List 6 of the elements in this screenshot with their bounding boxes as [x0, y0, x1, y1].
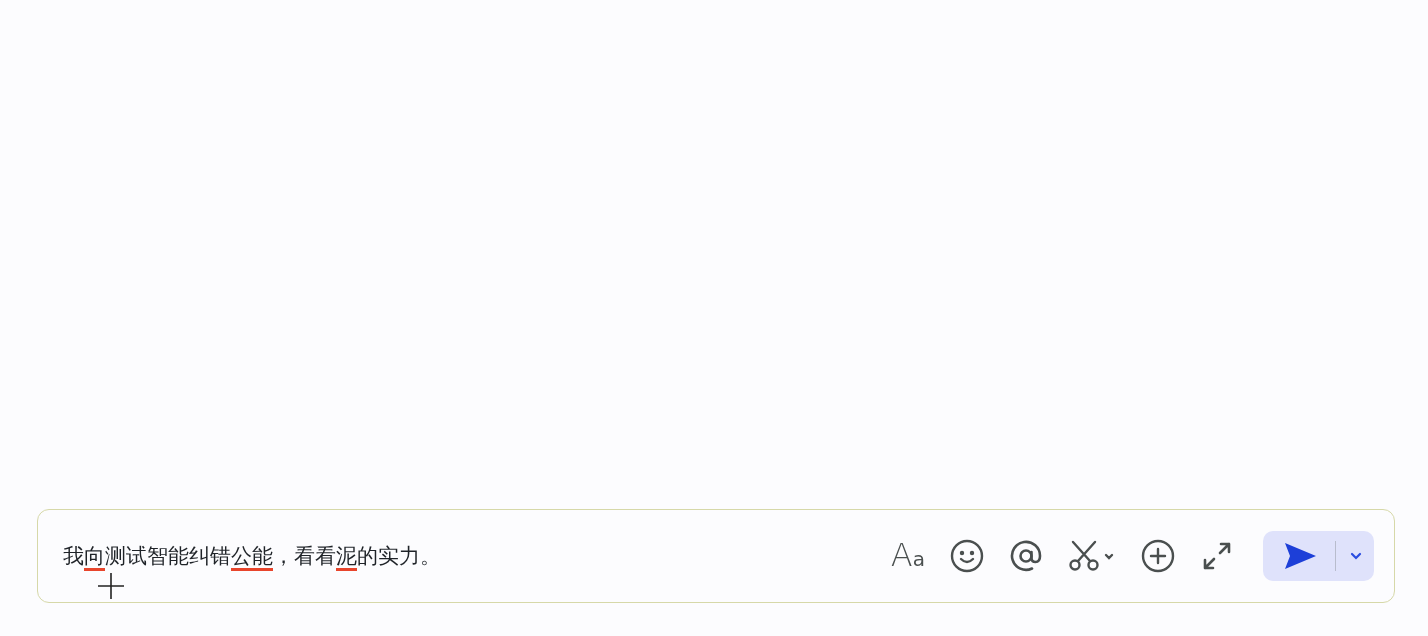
format-button[interactable]: Aa	[890, 536, 925, 576]
crosshair-cursor-icon	[98, 573, 124, 599]
chevron-down-icon	[1350, 552, 1362, 560]
send-icon	[1283, 541, 1317, 571]
message-composer[interactable]: 我向测试智能纠错公能，看看泥的实力。 Aa	[37, 509, 1395, 603]
message-text: 我向测试智能纠错公能，看看泥的实力。	[63, 543, 442, 570]
